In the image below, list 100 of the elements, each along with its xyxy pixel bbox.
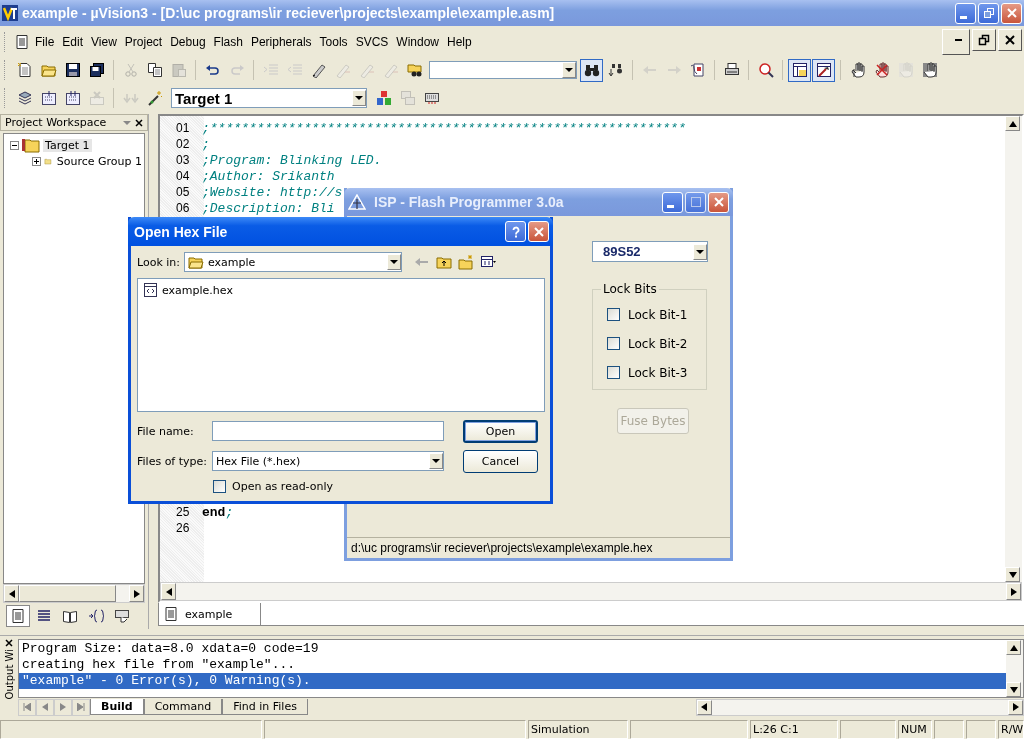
panel-title: Output Wi [3, 649, 15, 700]
view-menu-icon [480, 254, 496, 270]
stack-icon [16, 90, 33, 106]
toolbar-button[interactable] [788, 58, 811, 82]
close-icon[interactable] [5, 639, 13, 647]
toolbar-button[interactable] [580, 58, 603, 82]
menu-item[interactable]: Flash [210, 33, 246, 51]
maximize-icon [689, 196, 702, 208]
menu-item[interactable]: Debug [167, 33, 209, 51]
pencil-flag-icon [310, 62, 327, 78]
menu-item[interactable]: SVCS [352, 33, 392, 51]
folder-up-icon [436, 254, 452, 270]
close-icon [532, 225, 545, 238]
code-comment: ;Author: Srikanth [202, 168, 335, 184]
next-tab-icon[interactable] [54, 698, 72, 716]
scroll-right-icon[interactable] [1006, 583, 1021, 600]
toolbar-button[interactable] [812, 58, 835, 82]
panel-tab[interactable] [6, 605, 30, 627]
checkbox[interactable] [607, 337, 620, 350]
open-button[interactable]: Open [463, 419, 538, 443]
minimize-button[interactable] [955, 2, 976, 24]
page-icon [16, 62, 33, 78]
close-icon[interactable] [135, 118, 143, 127]
scroll-up-icon[interactable] [1005, 116, 1020, 131]
scroll-right-icon[interactable] [129, 585, 144, 602]
build-grid-icon [64, 90, 81, 106]
tree-item[interactable]: Source Group 1 [54, 154, 144, 168]
menu-item[interactable]: Project [121, 33, 166, 51]
pencil-flag-icon [334, 62, 351, 78]
close-icon [1005, 7, 1018, 19]
checkbox[interactable] [213, 480, 226, 493]
checkbox[interactable] [607, 308, 620, 321]
file-name-field[interactable] [212, 421, 444, 441]
scroll-up-icon[interactable] [1006, 640, 1021, 655]
line-number: 02 [175, 137, 191, 151]
scroll-right-icon[interactable] [1008, 699, 1023, 715]
target-combo[interactable]: Target 1 [171, 88, 367, 108]
document-icon [163, 606, 179, 622]
last-tab-icon[interactable] [72, 698, 90, 716]
output-line: creating hex file from "example"... [21, 657, 297, 673]
menu-item[interactable]: File [32, 33, 58, 51]
menu-item[interactable]: Edit [59, 33, 87, 51]
list-entry[interactable]: example.hex [141, 282, 235, 298]
close-button[interactable] [998, 29, 1022, 51]
scroll-down-icon[interactable] [1006, 682, 1021, 697]
first-tab-icon[interactable] [18, 698, 36, 716]
document-icon [10, 608, 26, 624]
maximize-button[interactable] [685, 191, 706, 213]
floppy-disks-icon [88, 62, 105, 78]
stop-build-icon [88, 90, 105, 106]
wand-icon [146, 90, 163, 106]
menu-item[interactable]: Help [444, 33, 475, 51]
expand-icon[interactable] [32, 156, 41, 166]
window-title: example - µVision3 - [D:\uc programs\ir reciever\projects\example\example.asm] [22, 5, 555, 21]
menu-item[interactable]: Tools [316, 33, 351, 51]
panel-title: Project Workspace [5, 116, 108, 129]
line-number: 01 [175, 121, 191, 135]
folder-icon [188, 254, 204, 270]
indent-icon [262, 62, 279, 78]
dialog-title: Open Hex File [134, 223, 228, 240]
scrollbar-thumb[interactable] [19, 585, 116, 602]
cancel-button[interactable]: Cancel [463, 449, 538, 473]
file-type-combo[interactable]: Hex File (*.hex) [212, 451, 444, 471]
menu-item[interactable]: Window [393, 33, 442, 51]
menu-item[interactable]: Peripherals [247, 33, 315, 51]
device-combo[interactable]: 89S52 [592, 241, 708, 262]
status-pane [934, 720, 964, 739]
list-icon [36, 608, 52, 624]
output-tab[interactable]: Find in Files [222, 699, 308, 715]
restore-icon [982, 7, 995, 19]
undo-icon [204, 62, 221, 78]
checkbox[interactable] [607, 366, 620, 379]
close-icon [1004, 34, 1016, 46]
output-tab[interactable]: Command [143, 699, 223, 715]
printer-icon [723, 62, 740, 78]
scroll-down-icon[interactable] [1005, 567, 1020, 582]
collapse-icon[interactable] [10, 140, 19, 150]
output-tab[interactable]: Build [90, 699, 144, 715]
scroll-left-icon[interactable] [696, 699, 712, 715]
look-in-combo[interactable]: example [184, 252, 402, 272]
menu-item[interactable]: View [88, 33, 120, 51]
field-label: Look in: [137, 255, 180, 269]
code-comment: ; [202, 136, 210, 152]
blocks-icon [375, 90, 392, 106]
scroll-left-icon[interactable] [4, 585, 19, 602]
restore-button[interactable] [972, 29, 996, 51]
previous-tab-icon[interactable] [36, 698, 54, 716]
output-line: Program Size: data=8.0 xdata=0 code=19 [21, 641, 320, 657]
minimize-button[interactable] [942, 29, 970, 55]
minimize-button[interactable] [662, 191, 683, 213]
dropdown-arrow-icon[interactable] [123, 120, 131, 125]
document-tab[interactable]: example [158, 603, 262, 626]
scroll-left-icon[interactable] [161, 583, 176, 600]
line-number: 26 [175, 521, 191, 535]
hand-icon [921, 62, 938, 78]
help-button[interactable] [505, 221, 526, 242]
line-number: 04 [175, 169, 191, 183]
checkbox-label: Open as read-only [232, 480, 334, 493]
tree-item[interactable]: Target 1 [43, 138, 92, 152]
status-field: L:26 C:1 [750, 720, 838, 739]
